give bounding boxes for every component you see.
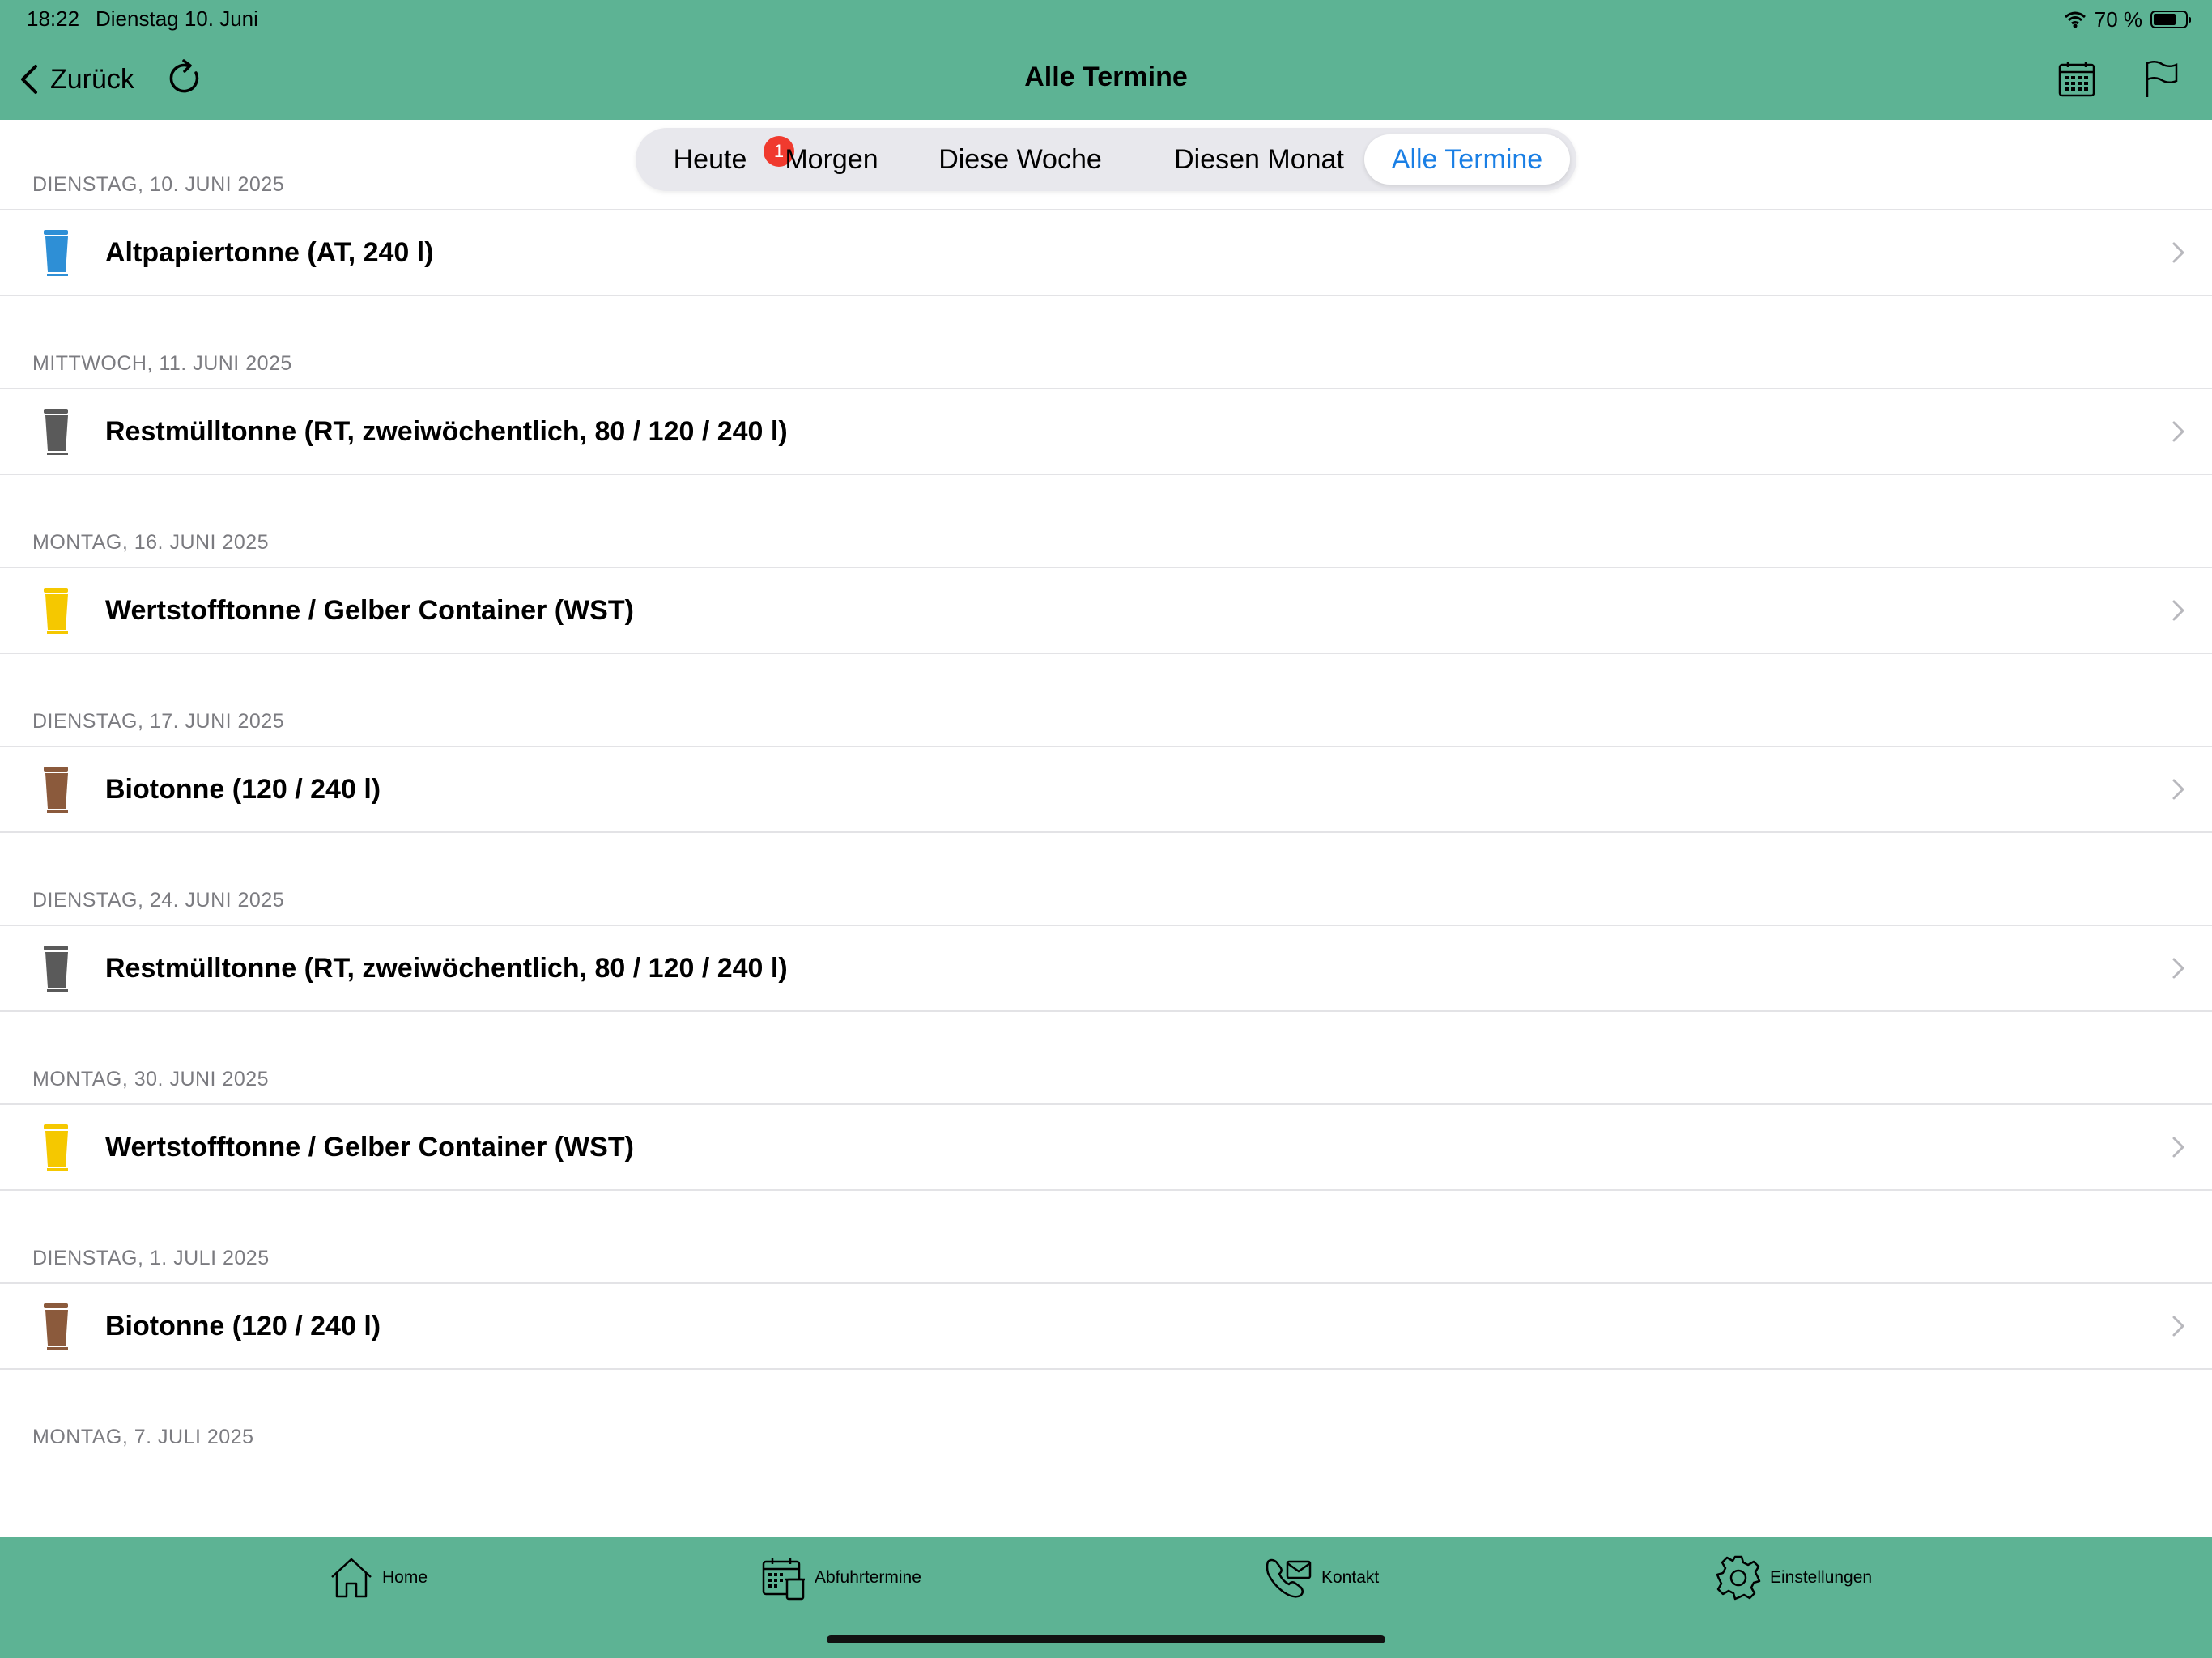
- section-header-date: MONTAG, 30. JUNI 2025: [32, 1068, 270, 1090]
- segment-morgen[interactable]: Morgen: [775, 134, 888, 185]
- section-header-date: MITTWOCH, 11. JUNI 2025: [32, 352, 292, 375]
- navigation-bar: 18:22 Dienstag 10. Juni 70 % Zurück Alle…: [0, 0, 2212, 120]
- segment-label: Diese Woche: [938, 144, 1102, 175]
- wifi-icon: [2064, 11, 2086, 28]
- tab-label: Home: [382, 1568, 428, 1587]
- section-header-date: DIENSTAG, 1. JULI 2025: [32, 1247, 270, 1269]
- battery-icon: [2150, 11, 2191, 28]
- tab-kontakt[interactable]: Kontakt: [1265, 1553, 1379, 1603]
- list-item-label: Restmülltonne (RT, zweiwöchentlich, 80 /…: [105, 953, 788, 984]
- chevron-right-icon: [2172, 242, 2184, 263]
- chevron-right-icon: [2172, 958, 2184, 979]
- list-item-label: Altpapiertonne (AT, 240 l): [105, 237, 434, 268]
- blue-bin-icon: [44, 230, 68, 276]
- section-header-date: DIENSTAG, 17. JUNI 2025: [32, 710, 285, 733]
- brown-bin-icon: [44, 1303, 68, 1350]
- flag-icon[interactable]: [2142, 58, 2180, 99]
- list-item-label: Biotonne (120 / 240 l): [105, 774, 381, 805]
- section-header-date: MONTAG, 7. JULI 2025: [32, 1426, 254, 1448]
- segment-label: Alle Termine: [1391, 144, 1543, 175]
- section-header-date: DIENSTAG, 10. JUNI 2025: [32, 173, 285, 196]
- chevron-right-icon: [2172, 1137, 2184, 1158]
- home-icon: [331, 1558, 372, 1598]
- grey-bin-icon: [44, 946, 68, 992]
- yellow-bin-icon: [44, 1124, 68, 1171]
- list-item-label: Wertstofftonne / Gelber Container (WST): [105, 595, 634, 626]
- list-item-label: Restmülltonne (RT, zweiwöchentlich, 80 /…: [105, 416, 788, 447]
- segment-heute[interactable]: Heute 1: [653, 134, 794, 185]
- chevron-right-icon: [2172, 421, 2184, 442]
- tab-label: Abfuhrtermine: [815, 1568, 921, 1587]
- list-item[interactable]: Biotonne (120 / 240 l): [0, 746, 2212, 833]
- list-item[interactable]: Wertstofftonne / Gelber Container (WST): [0, 1103, 2212, 1191]
- yellow-bin-icon: [44, 588, 68, 634]
- grey-bin-icon: [44, 409, 68, 455]
- section-header-date: DIENSTAG, 24. JUNI 2025: [32, 889, 285, 912]
- segment-label: Heute: [673, 144, 747, 175]
- calendar-bin-icon: [762, 1558, 805, 1601]
- list-item[interactable]: Biotonne (120 / 240 l): [0, 1282, 2212, 1370]
- brown-bin-icon: [44, 767, 68, 813]
- list-item[interactable]: Restmülltonne (RT, zweiwöchentlich, 80 /…: [0, 925, 2212, 1012]
- segment-label: Morgen: [785, 144, 878, 175]
- status-indicators: 70 %: [2064, 6, 2191, 32]
- battery-percentage: 70 %: [2094, 6, 2142, 32]
- chevron-right-icon: [2172, 1316, 2184, 1337]
- filter-segmented-control: Heute 1 Morgen Diese Woche Diesen Monat …: [636, 128, 1576, 191]
- gear-icon: [1716, 1555, 1761, 1601]
- tab-einstellungen[interactable]: Einstellungen: [1715, 1553, 1872, 1603]
- list-item[interactable]: Restmülltonne (RT, zweiwöchentlich, 80 /…: [0, 388, 2212, 475]
- calendar-icon[interactable]: [2057, 58, 2097, 99]
- status-date: Dienstag 10. Juni: [96, 6, 258, 31]
- tab-label: Kontakt: [1321, 1568, 1380, 1587]
- chevron-right-icon: [2172, 779, 2184, 800]
- tab-home[interactable]: Home: [329, 1553, 428, 1603]
- tab-abfuhrtermine[interactable]: Abfuhrtermine: [761, 1553, 921, 1603]
- segment-diesen-monat[interactable]: Diesen Monat: [1154, 134, 1364, 185]
- page-title: Alle Termine: [1024, 62, 1188, 92]
- list-item-label: Wertstofftonne / Gelber Container (WST): [105, 1132, 634, 1163]
- list-item-label: Biotonne (120 / 240 l): [105, 1311, 381, 1341]
- list-item[interactable]: Wertstofftonne / Gelber Container (WST): [0, 567, 2212, 654]
- list-item[interactable]: Altpapiertonne (AT, 240 l): [0, 209, 2212, 296]
- tab-label: Einstellungen: [1770, 1568, 1873, 1587]
- status-time: 18:22: [27, 6, 80, 31]
- segment-label: Diesen Monat: [1174, 144, 1344, 175]
- segment-alle-termine[interactable]: Alle Termine: [1364, 134, 1570, 185]
- section-header-date: MONTAG, 16. JUNI 2025: [32, 531, 270, 554]
- phone-mail-icon: [1266, 1558, 1312, 1598]
- chevron-right-icon: [2172, 600, 2184, 621]
- home-indicator: [827, 1635, 1385, 1643]
- segment-diese-woche[interactable]: Diese Woche: [932, 134, 1108, 185]
